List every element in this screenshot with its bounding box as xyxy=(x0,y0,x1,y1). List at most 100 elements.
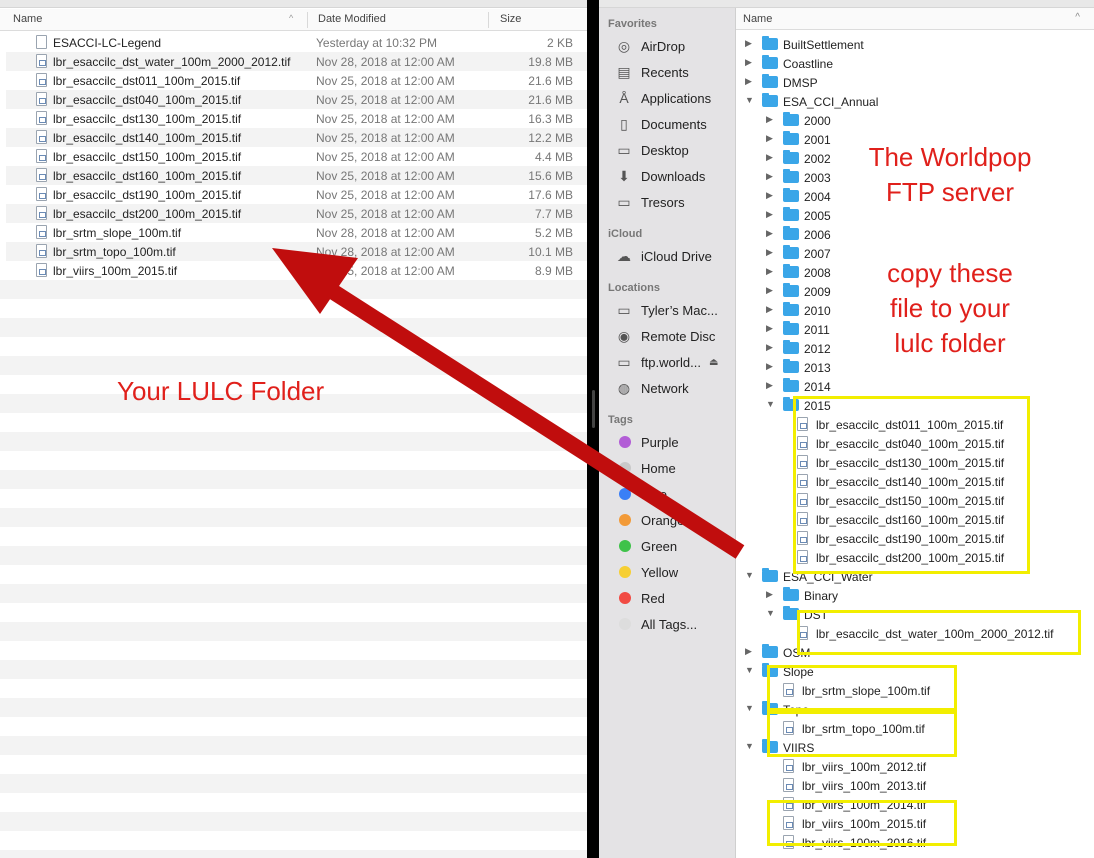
folder-icon xyxy=(783,359,799,373)
sidebar-item-label: AirDrop xyxy=(641,38,686,54)
disc-icon: ◉ xyxy=(617,327,631,344)
tag-red[interactable]: Red xyxy=(615,588,665,608)
disclosure-collapsed-icon[interactable]: ▶ xyxy=(766,266,773,277)
tag-green[interactable]: Green xyxy=(615,536,677,556)
highlight-box-topo-file xyxy=(767,711,957,757)
tree-file-row[interactable]: lbr_viirs_100m_2013.tif xyxy=(736,776,1094,795)
disclosure-expanded-icon[interactable]: ▼ xyxy=(745,570,754,580)
tag-label: Red xyxy=(641,590,665,606)
file-size: 7.7 MB xyxy=(534,207,573,221)
folder-icon xyxy=(762,93,778,107)
tree-folder-row[interactable]: ▼ ESA_CCI_Annual xyxy=(736,92,1094,111)
tag-orange[interactable]: Orange xyxy=(615,510,684,530)
disclosure-collapsed-icon[interactable]: ▶ xyxy=(766,209,773,220)
file-row[interactable]: lbr_esaccilc_dst011_100m_2015.tif Nov 25,… xyxy=(6,71,587,90)
sidebar-item-network[interactable]: ◍ Network xyxy=(615,378,689,398)
file-row[interactable]: lbr_esaccilc_dst130_100m_2015.tif Nov 25,… xyxy=(6,109,587,128)
file-row[interactable]: lbr_esaccilc_dst140_100m_2015.tif Nov 25,… xyxy=(6,128,587,147)
disclosure-collapsed-icon[interactable]: ▶ xyxy=(766,361,773,372)
downloads-icon: ⬇ xyxy=(618,167,630,184)
sidebar-item-desktop[interactable]: ▭ Desktop xyxy=(615,140,689,160)
sidebar-item-ftp-world[interactable]: ▭ ftp.world... ⏏ xyxy=(615,352,718,372)
documents-icon: ▯ xyxy=(620,115,628,132)
sidebar-item-airdrop[interactable]: ◎ AirDrop xyxy=(615,36,685,56)
disclosure-collapsed-icon[interactable]: ▶ xyxy=(766,247,773,258)
file-name: lbr_esaccilc_dst140_100m_2015.tif xyxy=(53,131,242,145)
disclosure-collapsed-icon[interactable]: ▶ xyxy=(745,38,752,49)
tag-all-tags[interactable]: All Tags... xyxy=(615,614,697,634)
airdrop-icon: ◎ xyxy=(617,37,631,54)
eject-icon[interactable]: ⏏ xyxy=(709,357,718,368)
sidebar-item-downloads[interactable]: ⬇ Downloads xyxy=(615,166,705,186)
disclosure-collapsed-icon[interactable]: ▶ xyxy=(766,152,773,163)
tree-folder-row[interactable]: ▶ Coastline xyxy=(736,54,1094,73)
sidebar-item-tresors[interactable]: ▭ Tresors xyxy=(615,192,684,212)
disclosure-collapsed-icon[interactable]: ▶ xyxy=(766,114,773,125)
disclosure-collapsed-icon[interactable]: ▶ xyxy=(766,285,773,296)
disclosure-collapsed-icon[interactable]: ▶ xyxy=(766,342,773,353)
sidebar-item-tyler-s-mac[interactable]: ▭ Tyler’s Mac... xyxy=(615,300,717,320)
tree-folder-row[interactable]: ▶ 2014 xyxy=(736,377,1094,396)
disclosure-collapsed-icon[interactable]: ▶ xyxy=(766,304,773,315)
disclosure-expanded-icon[interactable]: ▼ xyxy=(745,703,754,713)
sidebar-item-label: Desktop xyxy=(641,142,689,158)
split-handle[interactable] xyxy=(592,390,595,428)
tree-folder-row[interactable]: ▶ Binary xyxy=(736,586,1094,605)
tree-folder-row[interactable]: ▶ BuiltSettlement xyxy=(736,35,1094,54)
tag-color-icon xyxy=(619,618,631,630)
sidebar-item-icloud-drive[interactable]: ☁ iCloud Drive xyxy=(615,246,712,266)
tag-label: All Tags... xyxy=(641,616,698,632)
sidebar-item-remote-disc[interactable]: ◉ Remote Disc xyxy=(615,326,716,346)
disclosure-collapsed-icon[interactable]: ▶ xyxy=(745,57,752,68)
disclosure-collapsed-icon[interactable]: ▶ xyxy=(766,589,773,600)
tree-folder-row[interactable]: ▶ 2006 xyxy=(736,225,1094,244)
file-row[interactable]: lbr_esaccilc_dst160_100m_2015.tif Nov 25,… xyxy=(6,166,587,185)
tree-item-label: lbr_viirs_100m_2013.tif xyxy=(802,779,927,793)
tag-yellow[interactable]: Yellow xyxy=(615,562,678,582)
sidebar-item-applications[interactable]: Å Applications xyxy=(615,88,711,108)
tag-purple[interactable]: Purple xyxy=(615,432,679,452)
disclosure-collapsed-icon[interactable]: ▶ xyxy=(766,133,773,144)
disclosure-expanded-icon[interactable]: ▼ xyxy=(745,665,754,675)
disclosure-collapsed-icon[interactable]: ▶ xyxy=(745,646,752,657)
sidebar-item-recents[interactable]: ▤ Recents xyxy=(615,62,688,82)
disclosure-expanded-icon[interactable]: ▼ xyxy=(766,608,775,618)
tag-blue[interactable]: Blue xyxy=(615,484,667,504)
file-row[interactable]: lbr_esaccilc_dst_water_100m_2000_2012.ti… xyxy=(6,52,587,71)
disclosure-collapsed-icon[interactable]: ▶ xyxy=(766,190,773,201)
file-date: Nov 28, 2018 at 12:00 AM xyxy=(316,55,455,69)
tif-file-icon xyxy=(36,263,47,277)
sidebar-item-documents[interactable]: ▯ Documents xyxy=(615,114,707,134)
file-date: Nov 28, 2018 at 12:00 AM xyxy=(316,245,455,259)
disclosure-expanded-icon[interactable]: ▼ xyxy=(745,741,754,751)
file-row[interactable]: ESACCI-LC-Legend Yesterday at 10:32 PM 2 K… xyxy=(6,33,587,52)
file-row[interactable]: lbr_esaccilc_dst150_100m_2015.tif Nov 25,… xyxy=(6,147,587,166)
file-row[interactable]: lbr_esaccilc_dst190_100m_2015.tif Nov 25,… xyxy=(6,185,587,204)
disclosure-collapsed-icon[interactable]: ▶ xyxy=(766,380,773,391)
column-size[interactable]: Size xyxy=(500,13,521,25)
folder-icon xyxy=(762,644,778,658)
disclosure-collapsed-icon[interactable]: ▶ xyxy=(766,323,773,334)
file-row[interactable]: lbr_srtm_slope_100m.tif Nov 28, 2018 at 1… xyxy=(6,223,587,242)
disclosure-expanded-icon[interactable]: ▼ xyxy=(766,399,775,409)
disclosure-expanded-icon[interactable]: ▼ xyxy=(745,95,754,105)
file-row[interactable]: lbr_esaccilc_dst040_100m_2015.tif Nov 25,… xyxy=(6,90,587,109)
tree-item-label: 2012 xyxy=(804,342,831,356)
disclosure-collapsed-icon[interactable]: ▶ xyxy=(766,171,773,182)
tag-color-icon xyxy=(619,566,631,578)
column-date-modified[interactable]: Date Modified xyxy=(318,13,386,25)
file-row[interactable]: lbr_viirs_100m_2015.tif Nov 25, 2018 at 1… xyxy=(6,261,587,280)
tree-folder-row[interactable]: ▶ 2000 xyxy=(736,111,1094,130)
tree-file-row[interactable]: lbr_viirs_100m_2012.tif xyxy=(736,757,1094,776)
tree-item-label: lbr_viirs_100m_2012.tif xyxy=(802,760,927,774)
file-row[interactable]: lbr_srtm_topo_100m.tif Nov 28, 2018 at 12… xyxy=(6,242,587,261)
tree-folder-row[interactable]: ▶ DMSP xyxy=(736,73,1094,92)
column-name[interactable]: Name xyxy=(743,13,772,25)
tif-file-icon xyxy=(36,73,47,87)
tag-home[interactable]: Home xyxy=(615,458,676,478)
column-name[interactable]: Name xyxy=(13,13,42,25)
disclosure-collapsed-icon[interactable]: ▶ xyxy=(745,76,752,87)
disclosure-collapsed-icon[interactable]: ▶ xyxy=(766,228,773,239)
tag-color-icon xyxy=(619,488,631,500)
file-row[interactable]: lbr_esaccilc_dst200_100m_2015.tif Nov 25,… xyxy=(6,204,587,223)
